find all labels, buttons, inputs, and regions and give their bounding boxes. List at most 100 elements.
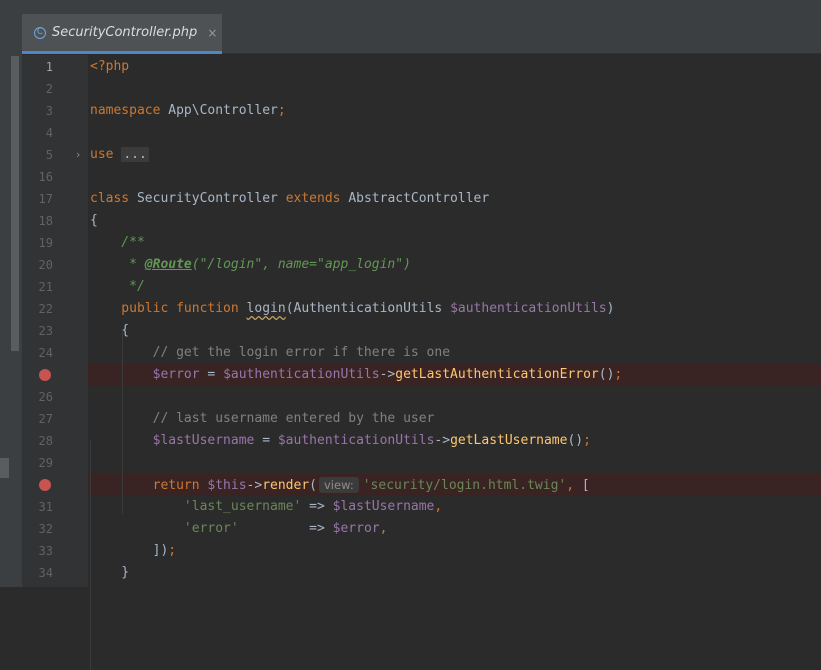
line-number: 3 — [45, 104, 53, 118]
code-token: @Route — [144, 257, 192, 272]
code-token: namespace — [90, 103, 169, 118]
code-text[interactable]: * @Route("/login", name="app_login") — [90, 254, 411, 276]
folded-imports[interactable]: ... — [121, 147, 149, 162]
code-text[interactable]: return $this->render(view:'security/logi… — [90, 474, 590, 497]
code-line[interactable]: 17 class SecurityController extends Abstr… — [0, 188, 821, 210]
code-token: /** — [90, 235, 145, 250]
code-text[interactable]: } — [90, 562, 129, 584]
code-text[interactable]: { — [90, 320, 129, 342]
indent-guide — [122, 330, 123, 514]
code-line[interactable]: 23 { — [0, 320, 821, 342]
code-text[interactable]: <?php — [90, 56, 129, 78]
code-line[interactable]: return $this->render(view:'security/logi… — [0, 474, 821, 496]
code-line[interactable]: 29 — [0, 452, 821, 474]
line-number: 1 — [45, 60, 53, 74]
code-token: $this — [207, 478, 247, 493]
code-token: () — [598, 367, 615, 382]
line-number: 27 — [38, 412, 53, 426]
code-token: ) — [606, 301, 615, 316]
code-text[interactable]: // get the login error if there is one — [90, 342, 450, 364]
code-line[interactable]: 33 ]); — [0, 540, 821, 562]
line-number: 20 — [38, 258, 53, 272]
code-text[interactable]: 'error' => $error, — [90, 518, 388, 540]
code-text[interactable]: 'last_username' => $lastUsername, — [90, 496, 442, 518]
code-text[interactable]: ]); — [90, 540, 177, 562]
code-token: = — [254, 433, 278, 448]
line-number: 2 — [45, 82, 53, 96]
code-line[interactable]: 26 — [0, 386, 821, 408]
code-token: { — [90, 323, 130, 338]
code-line[interactable]: 18 { — [0, 210, 821, 232]
code-text[interactable]: { — [90, 210, 98, 232]
code-line[interactable]: 20 * @Route("/login", name="app_login") — [0, 254, 821, 276]
line-number: 5 — [45, 148, 53, 162]
line-number: 28 — [38, 434, 53, 448]
line-number: 17 — [38, 192, 53, 206]
breakpoint-icon[interactable] — [39, 479, 51, 491]
code-token: $authenticationUtils — [450, 301, 607, 316]
code-line[interactable]: 22 public function login(AuthenticationU… — [0, 298, 821, 320]
code-line[interactable]: 5 › use ... — [0, 144, 821, 166]
line-number: 18 — [38, 214, 53, 228]
code-token: App\Controller — [168, 103, 278, 118]
line-number: 34 — [38, 566, 53, 580]
code-token: ("/login", name="app_login") — [191, 257, 411, 272]
code-token: => — [238, 521, 333, 536]
code-token: $lastUsername — [332, 499, 435, 514]
code-text[interactable]: // last username entered by the user — [90, 408, 435, 430]
class-icon: C — [34, 26, 46, 39]
line-number: 22 — [38, 302, 53, 316]
code-token: // last username entered by the user — [90, 411, 435, 426]
code-text[interactable]: use ... — [90, 144, 149, 166]
code-token: $authenticationUtils — [277, 433, 435, 448]
close-icon[interactable]: × — [207, 26, 217, 40]
code-token: -> — [246, 478, 263, 493]
code-line[interactable]: 16 — [0, 166, 821, 188]
code-line[interactable]: 4 — [0, 122, 821, 144]
code-token: ; — [168, 543, 177, 558]
code-token: () — [567, 433, 584, 448]
code-line[interactable]: $error = $authenticationUtils->getLastAu… — [0, 364, 821, 386]
code-line[interactable]: 2 — [0, 78, 821, 100]
breakpoint-icon[interactable] — [39, 369, 51, 381]
code-token: $error — [332, 521, 380, 536]
code-text[interactable]: namespace App\Controller; — [90, 100, 286, 122]
code-token: , — [434, 499, 443, 514]
code-text[interactable]: /** — [90, 232, 145, 254]
code-line[interactable]: 3 namespace App\Controller; — [0, 100, 821, 122]
code-line[interactable]: 34 } — [0, 562, 821, 584]
code-line[interactable]: 32 'error' => $error, — [0, 518, 821, 540]
code-token: $error — [90, 367, 200, 382]
code-token: -> — [434, 433, 451, 448]
code-token: $lastUsername — [90, 433, 255, 448]
tab-security-controller[interactable]: C SecurityController.php × — [22, 14, 222, 54]
code-token: public function — [90, 301, 247, 316]
code-line[interactable]: 28 $lastUsername = $authenticationUtils-… — [0, 430, 821, 452]
code-text[interactable]: */ — [90, 276, 145, 298]
line-number: 26 — [38, 390, 53, 404]
code-token: 'error' — [90, 521, 239, 536]
code-token: { — [90, 213, 98, 228]
code-token: [ — [581, 478, 590, 493]
code-line[interactable]: 27 // last username entered by the user — [0, 408, 821, 430]
code-text[interactable]: $lastUsername = $authenticationUtils->ge… — [90, 430, 591, 452]
parameter-hint: view: — [319, 477, 359, 493]
line-number: 21 — [38, 280, 53, 294]
code-text[interactable]: class SecurityController extends Abstrac… — [90, 188, 489, 210]
tab-label: SecurityController.php — [52, 25, 198, 40]
fold-expand-icon[interactable]: › — [76, 144, 80, 166]
line-number: 33 — [38, 544, 53, 558]
editor-tab-bar: C SecurityController.php × — [22, 14, 821, 54]
code-line[interactable]: 24 // get the login error if there is on… — [0, 342, 821, 364]
code-token: (AuthenticationUtils — [285, 301, 451, 316]
code-text[interactable]: public function login(AuthenticationUtil… — [90, 298, 614, 320]
code-line[interactable]: 1 <?php — [0, 56, 821, 78]
code-token: -> — [379, 367, 396, 382]
code-line[interactable]: 21 */ — [0, 276, 821, 298]
line-number: 31 — [38, 500, 53, 514]
code-text[interactable]: $error = $authenticationUtils->getLastAu… — [90, 364, 623, 386]
code-line[interactable]: 31 'last_username' => $lastUsername, — [0, 496, 821, 518]
code-line[interactable]: 19 /** — [0, 232, 821, 254]
code-token: AbstractController — [348, 191, 490, 206]
code-token: , — [566, 478, 582, 493]
